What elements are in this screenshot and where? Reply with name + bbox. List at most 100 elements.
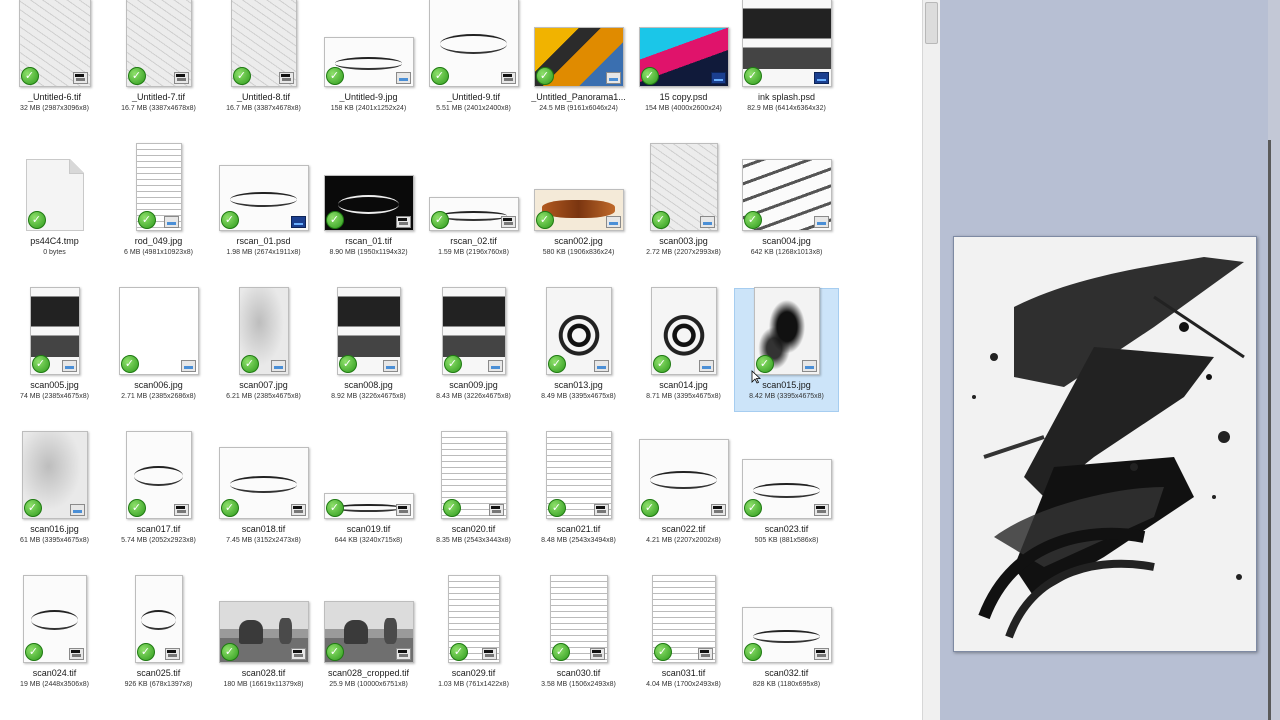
- file-name: rscan_01.psd: [236, 236, 291, 246]
- thumbnail-area: ✓: [3, 145, 106, 231]
- thumbnail-area: ✓: [527, 287, 630, 375]
- scrollbar-thumb[interactable]: [925, 2, 938, 44]
- file-thumbnail[interactable]: ✓ rscan_01.tif 8.90 MB (1950x1194x32): [316, 144, 421, 268]
- file-thumbnail[interactable]: ✓ scan025.tif 926 KB (678x1397x8): [106, 575, 211, 700]
- thumbnail-image: ✓: [753, 287, 820, 375]
- tif-filetype-icon: [813, 648, 829, 660]
- thumbnail-image: ✓: [741, 0, 832, 87]
- thumbnail-area: ✓: [107, 143, 210, 231]
- thumbnail-image: ✓: [218, 601, 309, 663]
- thumbnail-image: ✓: [533, 27, 624, 87]
- thumbnail-image: ✓: [218, 447, 309, 519]
- checkmark-icon: ✓: [20, 67, 39, 85]
- file-name: 15 copy.psd: [659, 92, 708, 102]
- checkmark-icon: ✓: [442, 499, 461, 517]
- file-thumbnail[interactable]: ✓ _Untitled_Panorama1... 24.5 MB (9161x604…: [526, 0, 631, 124]
- file-thumbnail[interactable]: ✓ scan009.jpg 8.43 MB (3226x4675x8): [421, 287, 526, 412]
- file-name: scan021.tif: [556, 524, 601, 534]
- file-thumbnail[interactable]: ✓ _Untitled-9.tif 5.51 MB (2401x2400x8): [421, 0, 526, 124]
- file-thumbnail[interactable]: ✓ _Untitled-8.tif 16.7 MB (3387x4678x8): [211, 0, 316, 124]
- file-name: scan020.tif: [451, 524, 496, 534]
- thumbnail-image: ✓: [323, 37, 414, 87]
- file-thumbnail[interactable]: ✓ scan022.tif 4.21 MB (2207x2002x8): [631, 432, 736, 556]
- thumbnail-area: ✓: [107, 287, 210, 375]
- file-thumbnail[interactable]: ✓ ink splash.psd 82.9 MB (6414x6364x32): [734, 0, 839, 124]
- file-name: scan016.jpg: [30, 524, 79, 534]
- thumbnail-area: ✓: [735, 145, 838, 231]
- file-thumbnail[interactable]: ✓ scan006.jpg 2.71 MB (2385x2686x8): [106, 287, 211, 412]
- file-thumbnail[interactable]: ✓ _Untitled-6.tif 32 MB (2987x3096x8): [2, 0, 107, 124]
- tif-filetype-icon: [697, 648, 713, 660]
- file-name: scan002.jpg: [554, 236, 603, 246]
- file-details: 61 MB (3395x4675x8): [20, 537, 89, 544]
- thumbnail-image: ✓: [134, 575, 183, 663]
- file-thumbnail[interactable]: ✓ scan030.tif 3.58 MB (1506x2493x8): [526, 575, 631, 700]
- jpg-filetype-icon: [382, 360, 398, 372]
- tif-filetype-icon: [278, 72, 294, 84]
- file-thumbnail[interactable]: ✓ scan016.jpg 61 MB (3395x4675x8): [2, 431, 107, 556]
- file-details: 8.35 MB (2543x3443x8): [436, 537, 511, 544]
- file-thumbnail[interactable]: ✓ scan018.tif 7.45 MB (3152x2473x8): [211, 432, 316, 556]
- checkmark-icon: ✓: [652, 355, 671, 373]
- thumbnail-area: ✓: [527, 1, 630, 87]
- checkmark-icon: ✓: [232, 67, 251, 85]
- file-thumbnail[interactable]: ✓ scan021.tif 8.48 MB (2543x3494x8): [526, 431, 631, 556]
- checkmark-icon: ✓: [137, 211, 156, 229]
- file-thumbnail[interactable]: ✓ scan029.tif 1.03 MB (761x1422x8): [421, 575, 526, 700]
- thumbnail-area: ✓: [735, 577, 838, 663]
- file-thumbnail[interactable]: ✓ scan007.jpg 6.21 MB (2385x4675x8): [211, 287, 316, 412]
- tif-filetype-icon: [395, 216, 411, 228]
- checkmark-icon: ✓: [136, 643, 155, 661]
- thumbnail-grid: ✓ _Untitled-6.tif 32 MB (2987x3096x8) ✓ _Unt…: [0, 0, 922, 720]
- file-thumbnail[interactable]: ✓ 15 copy.psd 154 MB (4000x2600x24): [631, 0, 736, 124]
- file-details: 6.21 MB (2385x4675x8): [226, 393, 301, 400]
- file-thumbnail[interactable]: ✓ scan004.jpg 642 KB (1268x1013x8): [734, 144, 839, 268]
- file-thumbnail[interactable]: ✓ scan023.tif 505 KB (881x586x8): [734, 432, 839, 556]
- file-thumbnail[interactable]: ✓ scan019.tif 644 KB (3240x715x8): [316, 432, 421, 556]
- file-name: scan004.jpg: [762, 236, 811, 246]
- file-name: rscan_02.tif: [450, 236, 497, 246]
- file-thumbnail[interactable]: ✓ scan013.jpg 8.49 MB (3395x4675x8): [526, 287, 631, 412]
- checkmark-icon: ✓: [127, 67, 146, 85]
- thumbnail-area: ✓: [3, 287, 106, 375]
- file-details: 24.5 MB (9161x6046x24): [539, 105, 618, 112]
- thumbnail-image: ✓: [125, 431, 192, 519]
- file-name: ink splash.psd: [757, 92, 816, 102]
- checkmark-icon: ✓: [23, 499, 42, 517]
- checkmark-icon: ✓: [120, 355, 139, 373]
- file-thumbnail[interactable]: ✓ rscan_02.tif 1.59 MB (2196x760x8): [421, 144, 526, 268]
- thumbnail-area: ✓: [3, 0, 106, 87]
- file-details: 505 KB (881x586x8): [754, 537, 819, 544]
- file-details: 3.58 MB (1506x2493x8): [541, 681, 616, 688]
- file-thumbnail[interactable]: ✓ scan014.jpg 8.71 MB (3395x4675x8): [631, 287, 736, 412]
- file-thumbnail[interactable]: ✓ scan020.tif 8.35 MB (2543x3443x8): [421, 431, 526, 556]
- tif-filetype-icon: [72, 72, 88, 84]
- thumbnail-image: ✓: [218, 165, 309, 231]
- file-thumbnail[interactable]: ✓ rscan_01.psd 1.98 MB (2674x1911x8): [211, 144, 316, 268]
- file-thumbnail[interactable]: ✓ scan008.jpg 8.92 MB (3226x4675x8): [316, 287, 421, 412]
- vertical-scrollbar[interactable]: [922, 0, 941, 720]
- tif-filetype-icon: [481, 648, 497, 660]
- file-thumbnail[interactable]: ✓ scan031.tif 4.04 MB (1700x2493x8): [631, 575, 736, 700]
- file-thumbnail[interactable]: ✓ scan015.jpg 8.42 MB (3395x4675x8): [734, 287, 839, 412]
- file-details: 1.03 MB (761x1422x8): [438, 681, 509, 688]
- file-thumbnail[interactable]: ✓ scan003.jpg 2.72 MB (2207x2993x8): [631, 143, 736, 268]
- file-thumbnail[interactable]: ✓ _Untitled-7.tif 16.7 MB (3387x4678x8): [106, 0, 211, 124]
- jpg-filetype-icon: [605, 216, 621, 228]
- file-thumbnail[interactable]: ✓ scan017.tif 5.74 MB (2052x2923x8): [106, 431, 211, 556]
- file-thumbnail[interactable]: ✓ _Untitled-9.jpg 158 KB (2401x1252x24): [316, 0, 421, 124]
- thumbnail-area: ✓: [632, 1, 735, 87]
- file-details: 828 KB (1180x695x8): [752, 681, 821, 688]
- file-thumbnail[interactable]: ✓ scan028_cropped.tif 25.9 MB (10000x6751x…: [316, 576, 421, 700]
- file-thumbnail[interactable]: ✓ scan024.tif 19 MB (2448x3506x8): [2, 575, 107, 700]
- file-thumbnail[interactable]: ✓ scan005.jpg 74 MB (2385x4675x8): [2, 287, 107, 412]
- thumbnail-image: ✓: [549, 575, 608, 663]
- file-details: 2.71 MB (2385x2686x8): [121, 393, 196, 400]
- file-thumbnail[interactable]: ✓ scan028.tif 180 MB (16619x11379x8): [211, 576, 316, 700]
- file-details: 8.43 MB (3226x4675x8): [436, 393, 511, 400]
- file-name: scan032.tif: [764, 668, 809, 678]
- file-thumbnail[interactable]: ✓ scan002.jpg 580 KB (1906x836x24): [526, 144, 631, 268]
- file-thumbnail[interactable]: ✓ rod_049.jpg 6 MB (4981x10923x8): [106, 143, 211, 268]
- file-thumbnail[interactable]: ✓ ps44C4.tmp 0 bytes: [2, 144, 107, 268]
- file-thumbnail[interactable]: ✓ scan032.tif 828 KB (1180x695x8): [734, 576, 839, 700]
